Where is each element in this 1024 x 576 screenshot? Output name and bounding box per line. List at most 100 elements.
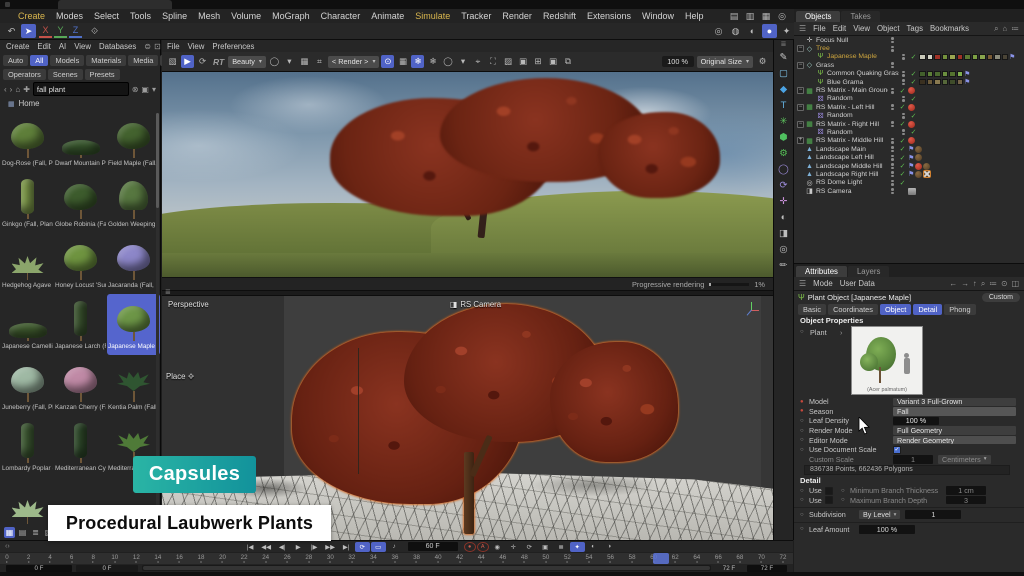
gear-icon[interactable]: ⚙ <box>756 55 769 68</box>
list-view-icon[interactable]: ▤ <box>17 527 28 538</box>
expander-icon[interactable]: − <box>797 104 804 111</box>
Tree[interactable]: − ◇ Tree ✓ <box>794 44 1024 52</box>
Hedgehog Agave (Fall...[interactable]: Hedgehog Agave (Fall... <box>1 233 54 294</box>
render-settings-icon[interactable]: ▦ <box>760 11 772 23</box>
param-marker[interactable]: ○ <box>800 418 809 424</box>
Japanese Camellia (Fal...[interactable]: Japanese Camellia (Fal... <box>1 294 54 355</box>
attributes-tab[interactable]: Layers <box>848 266 889 277</box>
visibility-dots[interactable] <box>899 113 908 119</box>
render-view-menu[interactable]: View <box>188 42 205 51</box>
Random[interactable]: ⚄ Random ✓ <box>794 95 1024 103</box>
search-icon[interactable]: ⌕ <box>981 279 985 289</box>
RS Matrix - Main Ground[interactable]: − ▦ RS Matrix - Main Ground ✓ <box>794 86 1024 94</box>
visibility-dots[interactable] <box>888 46 897 52</box>
object-name[interactable]: RS Camera <box>816 188 888 195</box>
rigidbody-icon[interactable]: ● <box>762 24 777 38</box>
material-swatch[interactable] <box>919 79 926 86</box>
material-swatch[interactable] <box>942 54 949 61</box>
rotation-key-icon[interactable]: ⟳ <box>522 542 537 552</box>
visibility-dots[interactable] <box>888 155 897 161</box>
annotation-tag-icon[interactable]: ⚑ <box>908 170 914 178</box>
plant-preview[interactable]: (Acer palmatum) <box>851 326 923 395</box>
parameter-key-icon[interactable]: ≣ <box>554 542 569 552</box>
add-to-pv-icon[interactable]: ⊞ <box>531 55 544 68</box>
submenu-arrow-icon[interactable]: › <box>840 328 842 337</box>
expander-icon[interactable]: − <box>797 121 804 128</box>
Random[interactable]: ⚄ Random ✓ <box>794 128 1024 136</box>
visibility-dots[interactable] <box>888 104 897 110</box>
current-frame-field[interactable]: 60 F <box>408 542 458 551</box>
enabled-check-icon[interactable]: ✓ <box>908 53 919 61</box>
asset-tab[interactable]: Auto <box>3 55 28 66</box>
spline-text-icon[interactable]: T <box>774 98 793 113</box>
tag-strip[interactable]: ⚑ <box>919 78 1024 86</box>
tag-strip[interactable]: ⚑ <box>908 154 1024 162</box>
red-tag-icon[interactable] <box>908 121 915 128</box>
object-name[interactable]: RS Matrix - Middle Hill <box>816 137 888 144</box>
object-name[interactable]: RS Matrix - Left Hill <box>816 104 888 111</box>
RS Matrix - Right Hill[interactable]: − ▦ RS Matrix - Right Hill ✓ <box>794 120 1024 128</box>
material-swatch[interactable] <box>964 54 971 61</box>
object-name[interactable]: Landscape Main <box>816 146 888 153</box>
material-swatch[interactable] <box>979 54 986 61</box>
Dwarf Mountain Pine (...[interactable]: Dwarf Mountain Pine (... <box>54 111 107 172</box>
light-icon[interactable]: ◎ <box>774 242 793 257</box>
RS Matrix - Middle Hill[interactable]: + ▦ RS Matrix - Middle Hill ✓ <box>794 137 1024 145</box>
param-value[interactable]: Fall <box>893 407 1016 416</box>
capsule-icon[interactable]: ▢ <box>774 66 793 81</box>
enabled-check-icon[interactable]: ✓ <box>897 154 908 162</box>
material-swatch[interactable] <box>942 71 949 78</box>
volume-icon[interactable]: ⬢ <box>774 130 793 145</box>
generator-icon[interactable]: ✳ <box>774 114 793 129</box>
pv-icon[interactable]: ▣ <box>546 55 559 68</box>
attribute-section-tab[interactable]: Detail <box>913 304 942 315</box>
prev-key-icon[interactable]: ◀◀ <box>259 542 274 552</box>
menu-item[interactable]: Animate <box>371 11 404 21</box>
object-name[interactable]: Random <box>827 129 899 136</box>
compare-icon[interactable]: ❄ <box>426 55 439 68</box>
material-swatch[interactable] <box>927 54 934 61</box>
enabled-check-icon[interactable]: ✓ <box>897 145 908 153</box>
brown-tag-icon[interactable] <box>923 163 930 170</box>
workplane-icon[interactable]: ⟐ <box>87 24 102 38</box>
param-value[interactable]: Variant 3 Full-Grown <box>893 398 1016 407</box>
viewport-view-menu[interactable]: Perspective <box>168 300 209 309</box>
enabled-check-icon[interactable]: ✓ <box>908 128 919 136</box>
RS Dome Light[interactable]: ◎ RS Dome Light ✓ <box>794 179 1024 187</box>
basket-icon[interactable]: ▣ <box>141 85 149 94</box>
play-icon[interactable]: ▶ <box>291 542 306 552</box>
asset-tab[interactable]: Materials <box>86 55 126 66</box>
Lombardy Poplar (Fall...[interactable]: Lombardy Poplar (Fall... <box>1 416 54 477</box>
menu-item[interactable]: Create <box>18 11 45 21</box>
channels-icon[interactable]: ▦ <box>396 55 409 68</box>
deformer-icon[interactable]: ⚙ <box>774 146 793 161</box>
material-swatch[interactable] <box>934 79 941 86</box>
brown-tag-icon[interactable] <box>915 171 922 178</box>
asset-menu-item[interactable]: Databases <box>99 42 136 51</box>
tag-strip[interactable]: ⚑ <box>908 170 1024 178</box>
param-marker[interactable]: ● <box>800 408 809 414</box>
render-picture-viewer-icon[interactable]: ▥ <box>744 11 756 23</box>
render-play-icon[interactable]: ▶ <box>181 55 194 68</box>
visibility-dots[interactable] <box>888 138 897 144</box>
visibility-dots[interactable] <box>888 37 897 43</box>
panel-menu-icon[interactable]: ☰ <box>799 279 806 288</box>
enabled-check-icon[interactable]: ✓ <box>897 162 908 170</box>
preview-range-icon[interactable]: ▭ <box>371 542 386 552</box>
autokey-icon[interactable]: A <box>477 542 489 552</box>
target-tag-icon[interactable] <box>908 188 916 195</box>
render-view-menu[interactable]: Preferences <box>212 42 254 51</box>
material-swatch[interactable] <box>934 71 941 78</box>
tag-strip[interactable] <box>908 87 1024 94</box>
annotation-tag-icon[interactable]: ⚑ <box>908 154 914 162</box>
filter-icon[interactable]: ≔ <box>989 279 997 289</box>
forward-icon[interactable]: › <box>10 85 13 94</box>
objects-menu-item[interactable]: Edit <box>833 24 846 33</box>
panel-menu-icon[interactable]: ◫ <box>1012 279 1019 289</box>
position-key-icon[interactable]: ✛ <box>506 542 521 552</box>
object-name[interactable]: Tree <box>816 45 888 52</box>
tag-strip[interactable]: ⚑ <box>908 145 1024 153</box>
enabled-check-icon[interactable]: ✓ <box>897 87 908 95</box>
up-icon[interactable]: ↑ <box>973 279 977 289</box>
live-selection-icon[interactable]: ➤ <box>21 24 36 38</box>
